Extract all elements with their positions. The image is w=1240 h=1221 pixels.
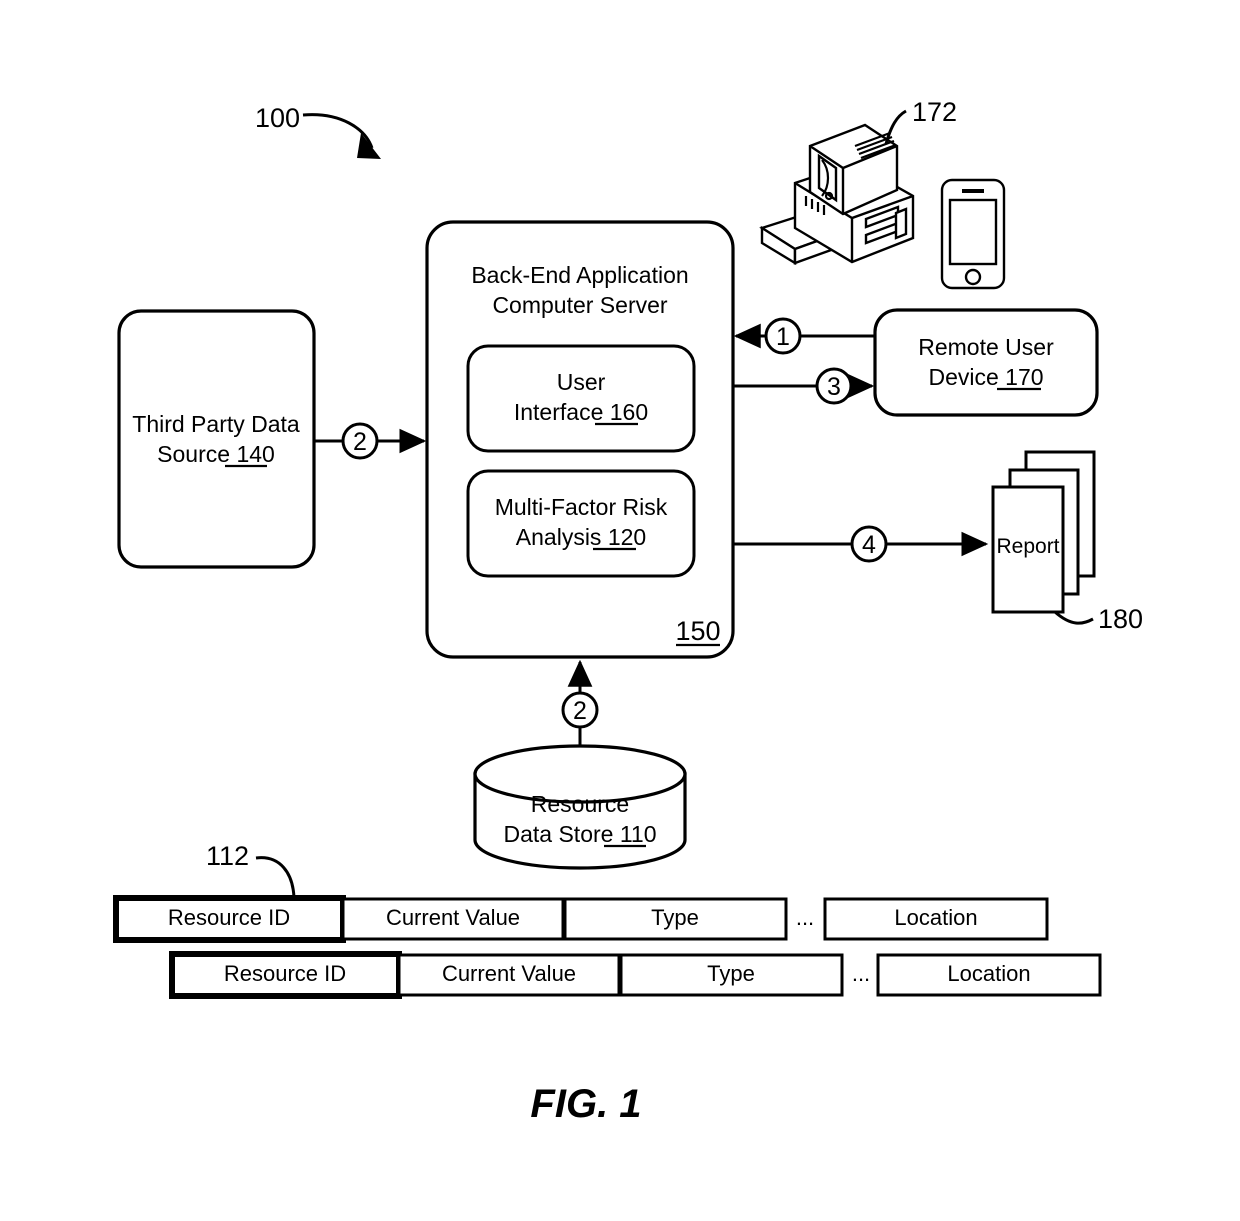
- workstation-ref-label: 172: [912, 97, 957, 127]
- third-party-label-line2-text: Source: [157, 441, 236, 467]
- remote-user-device-box[interactable]: [873, 308, 1099, 417]
- flow-data-store-to-server: 2: [561, 659, 599, 757]
- data-store-label-line2-text: Data Store: [503, 821, 619, 847]
- resource-data-store[interactable]: Resource Data Store 110: [473, 744, 687, 870]
- risk-analysis-label-line2: Analysis 120: [516, 524, 646, 550]
- report-document-stack[interactable]: Report 180: [991, 450, 1143, 634]
- data-store-label-line2: Data Store 110: [503, 821, 656, 847]
- third-party-data-source-box[interactable]: [117, 309, 316, 569]
- flow-device-to-server: 1: [733, 317, 875, 355]
- flow-marker-2-label: 2: [353, 428, 367, 456]
- server-title-line1: Back-End Application: [471, 262, 688, 288]
- risk-analysis-label-line1: Multi-Factor Risk: [495, 494, 668, 520]
- record2-cell-location-label: Location: [947, 961, 1030, 986]
- record-reference-112: 112: [206, 841, 296, 899]
- flow-marker-4-label: 4: [862, 531, 876, 559]
- record-cell-current-value-label: Current Value: [386, 905, 520, 930]
- system-reference-100: 100: [255, 103, 381, 159]
- remote-user-device-label-line2-text: Device: [928, 364, 1005, 390]
- resource-record-row-primary[interactable]: Resource ID Current Value Type ... Locat…: [113, 895, 1049, 943]
- record-ref-label: 112: [206, 841, 249, 871]
- figure-canvas: 100 172 Third Party Data Source 140 2 Ba…: [113, 97, 1143, 1126]
- report-ref-label: 180: [1098, 604, 1143, 634]
- risk-analysis-label-line2-text: Analysis: [516, 524, 608, 550]
- workstation-ref-leader: [884, 109, 907, 145]
- user-interface-label-line2-text: Interface: [514, 399, 610, 425]
- back-end-application-computer-server[interactable]: Back-End Application Computer Server Use…: [425, 220, 735, 659]
- remote-user-device-label-line2: Device 170: [928, 364, 1043, 390]
- desktop-computer-icon: 172: [759, 97, 957, 266]
- flow-server-to-device: 3: [733, 367, 875, 405]
- record-cell-type-label: Type: [651, 905, 699, 930]
- third-party-ref: 140: [236, 441, 274, 467]
- flow-marker-2b-label: 2: [573, 697, 587, 725]
- smartphone-icon: [940, 178, 1006, 290]
- third-party-label-line2: Source 140: [157, 441, 275, 467]
- server-title-line2: Computer Server: [492, 292, 667, 318]
- record-cell-resource-id-label: Resource ID: [168, 905, 290, 930]
- flow-third-party-to-server: 2: [314, 422, 427, 460]
- record2-cell-current-value-label: Current Value: [442, 961, 576, 986]
- record2-cell-resource-id-label: Resource ID: [224, 961, 346, 986]
- flow-marker-3-label: 3: [827, 373, 841, 401]
- remote-user-device[interactable]: Remote User Device 170: [873, 308, 1099, 417]
- multi-factor-risk-analysis-module[interactable]: Multi-Factor Risk Analysis 120: [466, 469, 696, 578]
- user-interface-label-line2: Interface 160: [514, 399, 648, 425]
- data-store-ref: 110: [620, 821, 657, 847]
- user-interface-label-line1: User: [557, 369, 606, 395]
- record-ellipsis: ...: [796, 905, 814, 930]
- patent-figure-1: 100 172 Third Party Data Source 140 2 Ba…: [0, 0, 1240, 1221]
- server-ref-label: 150: [675, 616, 720, 646]
- record2-ellipsis: ...: [852, 961, 870, 986]
- remote-user-device-ref: 170: [1005, 364, 1043, 390]
- report-ref-leader: [1054, 610, 1094, 625]
- user-interface-ref: 160: [610, 399, 648, 425]
- flow-marker-1-label: 1: [776, 323, 790, 351]
- record2-cell-type-label: Type: [707, 961, 755, 986]
- figure-caption: FIG. 1: [530, 1082, 641, 1126]
- risk-analysis-ref: 120: [608, 524, 646, 550]
- record-cell-location-label: Location: [894, 905, 977, 930]
- system-ref-label: 100: [255, 103, 300, 133]
- user-interface-module[interactable]: User Interface 160: [466, 344, 696, 453]
- data-store-label-line1: Resource: [531, 791, 629, 817]
- remote-user-device-label-line1: Remote User: [918, 334, 1054, 360]
- report-label: Report: [996, 535, 1059, 558]
- flow-server-to-report: 4: [733, 525, 989, 563]
- third-party-data-source[interactable]: Third Party Data Source 140: [117, 309, 316, 569]
- third-party-label-line1: Third Party Data: [132, 411, 300, 437]
- system-ref-arrowhead: [357, 133, 381, 159]
- resource-record-row-secondary[interactable]: Resource ID Current Value Type ... Locat…: [169, 951, 1102, 999]
- record-ref-leader: [255, 856, 296, 899]
